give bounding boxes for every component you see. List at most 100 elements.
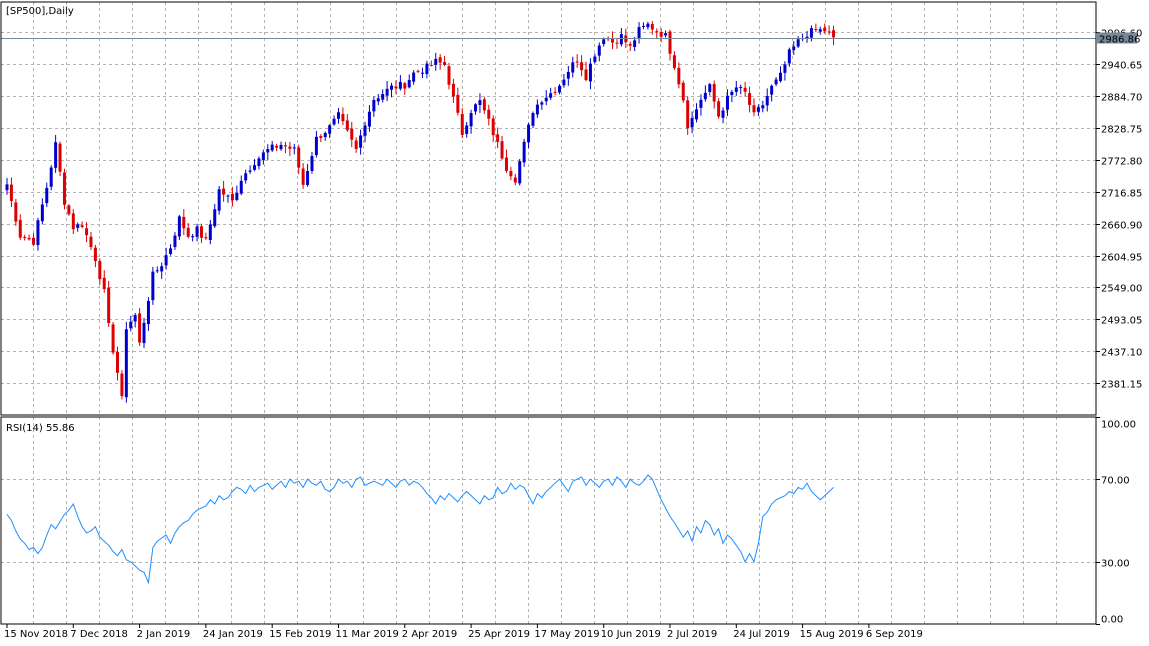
trading-chart[interactable]: [SP500],Daily 2996.602940.652884.702828.… xyxy=(0,0,1149,646)
candle-body xyxy=(814,28,818,31)
candle-body xyxy=(540,102,544,105)
candle-body xyxy=(23,237,27,239)
candle-body xyxy=(146,300,150,325)
candle-body xyxy=(615,42,619,44)
time-tick-label: 7 Dec 2018 xyxy=(70,629,128,640)
candle-body xyxy=(372,100,376,112)
candle-body xyxy=(823,27,827,32)
candle-body xyxy=(580,62,584,71)
candle-body xyxy=(553,91,557,93)
candle-body xyxy=(491,118,495,136)
candle-body xyxy=(562,79,566,86)
candle-body xyxy=(208,224,212,240)
candle-body xyxy=(787,49,791,64)
candle-body xyxy=(761,105,765,109)
candle-body xyxy=(588,63,592,82)
candle-body xyxy=(248,170,252,172)
candle-body xyxy=(363,125,367,136)
candle-body xyxy=(602,39,606,45)
candle-body xyxy=(403,83,407,89)
time-tick-label: 11 Mar 2019 xyxy=(336,629,399,640)
candle-body xyxy=(703,92,707,100)
price-tick-label: 2549.00 xyxy=(1101,284,1142,295)
candle-body xyxy=(32,237,36,245)
candle-body xyxy=(708,84,712,92)
time-tick-label: 24 Jan 2019 xyxy=(203,629,263,640)
candle-body xyxy=(275,145,279,148)
time-tick-label: 25 Apr 2019 xyxy=(468,629,530,640)
candle-body xyxy=(71,213,75,230)
candle-body xyxy=(513,177,517,183)
candle-body xyxy=(217,189,221,211)
candle-body xyxy=(195,226,199,237)
candle-body xyxy=(451,83,455,97)
candle-body xyxy=(504,157,508,171)
rsi-tick-label: 30.00 xyxy=(1101,559,1130,570)
candle-body xyxy=(566,72,570,79)
price-tick-label: 2604.95 xyxy=(1101,253,1142,264)
candle-body xyxy=(129,321,133,329)
candle-body xyxy=(323,132,327,138)
candle-body xyxy=(5,184,9,191)
candle-body xyxy=(584,69,588,81)
candle-body xyxy=(80,225,84,227)
candle-body xyxy=(306,171,310,185)
candle-body xyxy=(76,224,80,228)
candle-body xyxy=(40,204,44,222)
time-tick-label: 2 Apr 2019 xyxy=(402,629,457,640)
time-tick-label: 2 Jan 2019 xyxy=(137,629,191,640)
candle-body xyxy=(672,55,676,69)
candle-body xyxy=(116,351,119,373)
candle-body xyxy=(474,104,478,112)
candle-body xyxy=(792,46,796,51)
candle-body xyxy=(425,63,429,75)
candle-body xyxy=(469,113,473,127)
candle-body xyxy=(544,97,548,102)
candle-body xyxy=(531,113,535,126)
price-tick-label: 2772.80 xyxy=(1101,157,1142,168)
candle-body xyxy=(279,144,283,150)
price-tick-label: 2716.85 xyxy=(1101,189,1142,200)
candle-body xyxy=(376,98,380,102)
candle-body xyxy=(261,152,265,160)
candle-body xyxy=(509,171,513,177)
chart-title: [SP500],Daily xyxy=(6,6,74,17)
candle-body xyxy=(49,167,53,187)
candle-body xyxy=(58,143,62,172)
candle-body xyxy=(239,180,243,194)
candle-body xyxy=(36,220,40,246)
candle-body xyxy=(385,88,389,96)
candle-body xyxy=(133,314,137,322)
candle-body xyxy=(783,64,787,73)
candle-body xyxy=(394,86,398,89)
candle-body xyxy=(226,195,230,197)
candle-body xyxy=(456,94,460,113)
candle-body xyxy=(332,118,336,125)
candle-body xyxy=(107,287,111,324)
candle-body xyxy=(67,205,71,215)
candle-body xyxy=(9,184,13,201)
candle-body xyxy=(681,82,685,101)
price-tick-label: 2884.70 xyxy=(1101,93,1142,104)
rsi-tick-label: 70.00 xyxy=(1101,476,1130,487)
candle-body xyxy=(54,142,58,168)
candle-body xyxy=(120,373,124,397)
candle-body xyxy=(770,85,774,95)
candle-body xyxy=(447,66,451,85)
candle-body xyxy=(478,100,482,105)
candle-body xyxy=(558,85,561,93)
candle-body xyxy=(628,43,632,46)
candle-body xyxy=(14,202,18,222)
time-tick-label: 17 May 2019 xyxy=(534,629,599,640)
candle-body xyxy=(222,188,226,195)
candle-body xyxy=(571,62,575,73)
candle-body xyxy=(796,39,800,47)
price-tick-label: 2940.65 xyxy=(1101,61,1142,72)
candle-body xyxy=(429,65,433,67)
candle-body xyxy=(319,136,323,138)
candle-body xyxy=(310,156,314,172)
candle-body xyxy=(827,31,831,33)
candle-body xyxy=(98,261,102,280)
candle-body xyxy=(646,23,650,28)
candle-body xyxy=(743,87,747,92)
